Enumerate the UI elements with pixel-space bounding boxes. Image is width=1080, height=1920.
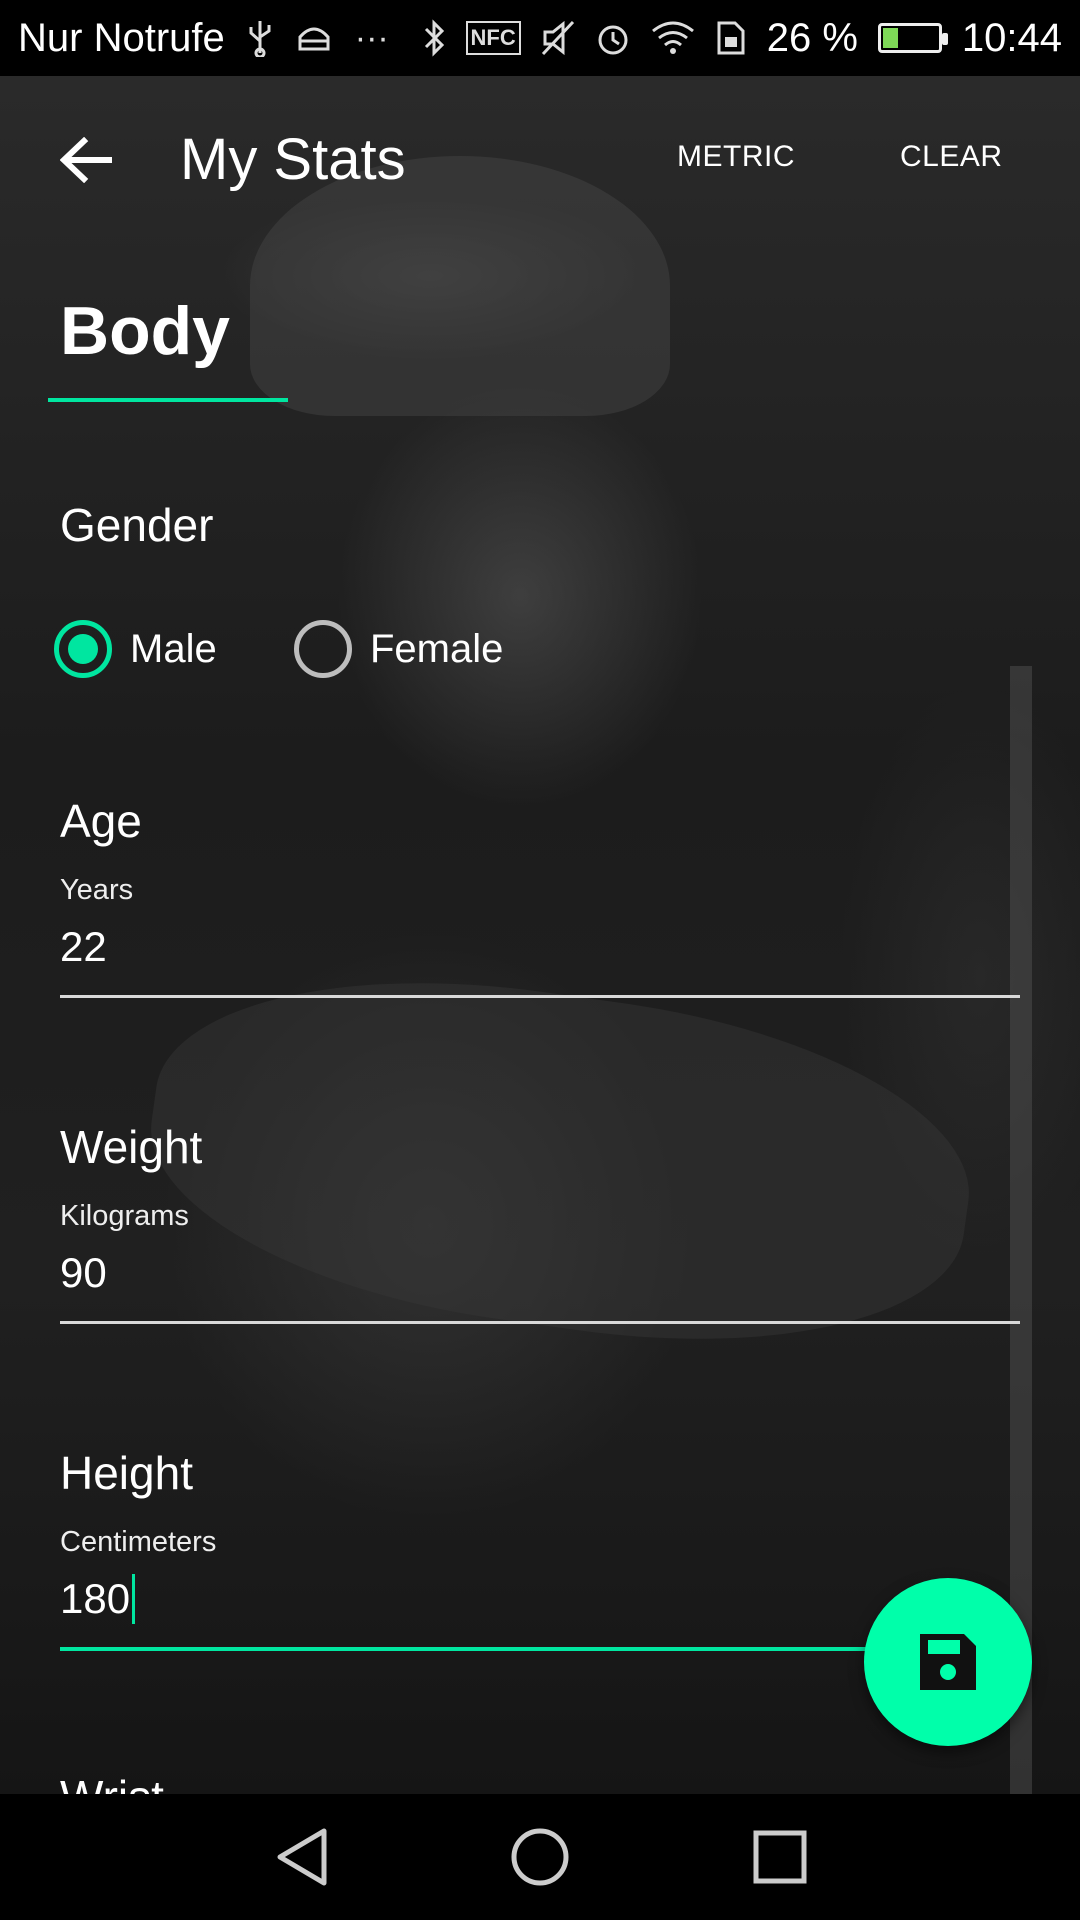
clock: 10:44 [961, 15, 1062, 60]
navigation-bar [0, 1794, 1080, 1920]
circle-home-icon [511, 1828, 569, 1886]
tab-body-label: Body [60, 293, 230, 369]
more-notifications-icon: ··· [354, 18, 389, 57]
sim-icon [715, 19, 747, 57]
nfc-icon: NFC [465, 21, 521, 55]
square-recents-icon [753, 1830, 807, 1884]
radio-unchecked-icon [294, 620, 352, 678]
tab-body[interactable]: Body [48, 292, 288, 402]
wifi-icon [651, 21, 695, 55]
usb-icon [247, 19, 273, 57]
mute-icon [541, 20, 575, 56]
age-hint: Years [60, 874, 134, 906]
nav-home-button[interactable] [505, 1822, 575, 1892]
gender-label: Gender [60, 499, 214, 551]
save-icon [920, 1634, 976, 1690]
weight-field[interactable]: Kilograms 90 [60, 1200, 1020, 1324]
tab-indicator [48, 398, 288, 402]
weight-underline [60, 1321, 1020, 1324]
weight-hint: Kilograms [60, 1200, 189, 1232]
gender-female-radio[interactable]: Female [294, 620, 503, 678]
gender-male-label: Male [130, 626, 217, 671]
height-hint: Centimeters [60, 1526, 217, 1558]
height-value: 180 [60, 1575, 131, 1622]
metric-button[interactable]: METRIC [677, 140, 795, 174]
triangle-back-icon [277, 1828, 327, 1886]
alarm-icon [595, 20, 631, 56]
carrier-text: Nur Notrufe [18, 15, 225, 60]
weight-input[interactable]: 90 [60, 1247, 1020, 1299]
battery-percent: 26 % [766, 15, 858, 60]
back-button[interactable] [56, 130, 116, 190]
weight-label: Weight [60, 1121, 203, 1173]
battery-icon [877, 23, 948, 53]
age-underline [60, 995, 1020, 998]
radio-checked-icon [54, 620, 112, 678]
gender-female-label: Female [370, 626, 504, 671]
height-label: Height [60, 1447, 193, 1499]
bluetooth-icon [422, 19, 446, 57]
nav-recents-button[interactable] [745, 1822, 815, 1892]
save-button[interactable] [864, 1578, 1032, 1746]
age-input[interactable]: 22 [60, 921, 1020, 973]
text-cursor [132, 1574, 136, 1624]
age-label: Age [60, 795, 142, 847]
android-debug-icon [295, 21, 333, 55]
status-bar: Nur Notrufe ··· NFC 26 % 10:44 [0, 0, 1080, 76]
arrow-left-icon [60, 137, 112, 183]
app-bar: My Stats METRIC CLEAR [0, 96, 1080, 224]
age-field[interactable]: Years 22 [60, 874, 1020, 998]
gender-male-radio[interactable]: Male [54, 620, 217, 678]
page-title: My Stats [180, 127, 406, 192]
screen: Nur Notrufe ··· NFC 26 % 10:44 My Stats … [0, 0, 1080, 1920]
clear-button[interactable]: CLEAR [900, 140, 1003, 174]
nav-back-button[interactable] [266, 1822, 336, 1892]
